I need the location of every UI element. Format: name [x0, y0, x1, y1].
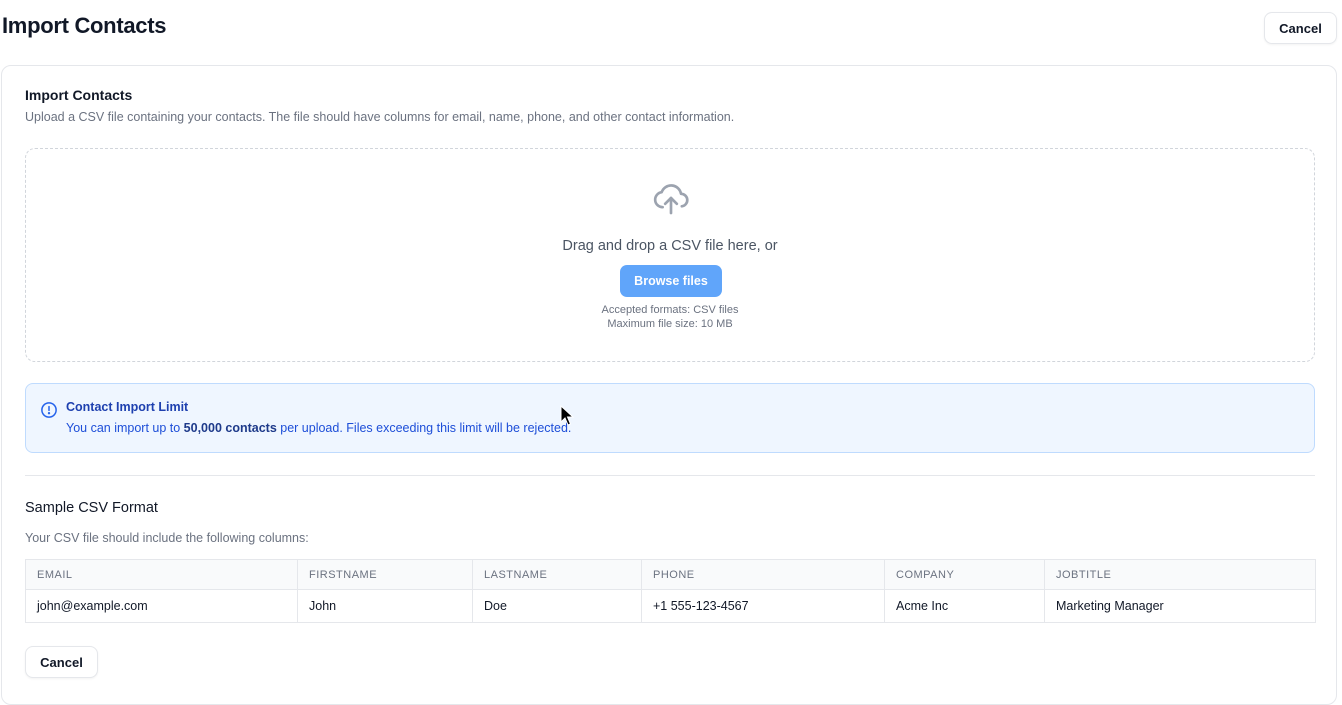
header-cancel-button[interactable]: Cancel [1264, 12, 1337, 44]
alert-text-before: You can import up to [66, 421, 184, 435]
alert-title: Contact Import Limit [66, 400, 189, 414]
dropzone-text: Drag and drop a CSV file here, or [562, 238, 778, 254]
table-cell: john@example.com [25, 589, 298, 623]
column-header: EMAIL [25, 559, 298, 590]
accepted-formats-hint: Accepted formats: CSV files [601, 304, 739, 316]
column-header: PHONE [641, 559, 885, 590]
file-dropzone[interactable]: Drag and drop a CSV file here, or Browse… [25, 148, 1315, 362]
sample-format-description: Your CSV file should include the followi… [25, 531, 309, 545]
cloud-upload-icon [653, 184, 689, 215]
alert-text-after: per upload. Files exceeding this limit w… [276, 421, 572, 435]
table-cell: John [297, 589, 473, 623]
import-limit-alert: Contact Import Limit You can import up t… [25, 383, 1315, 453]
table-row: john@example.com John Doe +1 555-123-456… [25, 589, 1316, 623]
column-header: JOBTITLE [1044, 559, 1316, 590]
card-description: Upload a CSV file containing your contac… [25, 110, 735, 124]
card-title: Import Contacts [25, 87, 133, 103]
sample-format-title: Sample CSV Format [25, 500, 158, 516]
column-header: LASTNAME [472, 559, 642, 590]
page-title: Import Contacts [2, 13, 167, 38]
table-header-row: EMAIL FIRSTNAME LASTNAME PHONE COMPANY J… [25, 559, 1316, 590]
alert-text-bold: 50,000 contacts [183, 421, 277, 435]
table-cell: Acme Inc [884, 589, 1045, 623]
sample-csv-table: EMAIL FIRSTNAME LASTNAME PHONE COMPANY J… [25, 559, 1316, 623]
table-cell: +1 555-123-4567 [641, 589, 885, 623]
table-cell: Doe [472, 589, 642, 623]
max-file-size-hint: Maximum file size: 10 MB [607, 318, 733, 330]
browse-files-button[interactable]: Browse files [620, 265, 722, 297]
import-card: Import Contacts Upload a CSV file contai… [1, 65, 1337, 705]
alert-text: You can import up to 50,000 contacts per… [66, 421, 571, 435]
mouse-cursor-icon [560, 405, 574, 426]
divider [25, 475, 1315, 476]
info-circle-icon [41, 402, 57, 418]
page-header: Import Contacts Cancel [0, 0, 1342, 56]
column-header: COMPANY [884, 559, 1045, 590]
footer-cancel-button[interactable]: Cancel [25, 646, 98, 678]
column-header: FIRSTNAME [297, 559, 473, 590]
table-cell: Marketing Manager [1044, 589, 1316, 623]
